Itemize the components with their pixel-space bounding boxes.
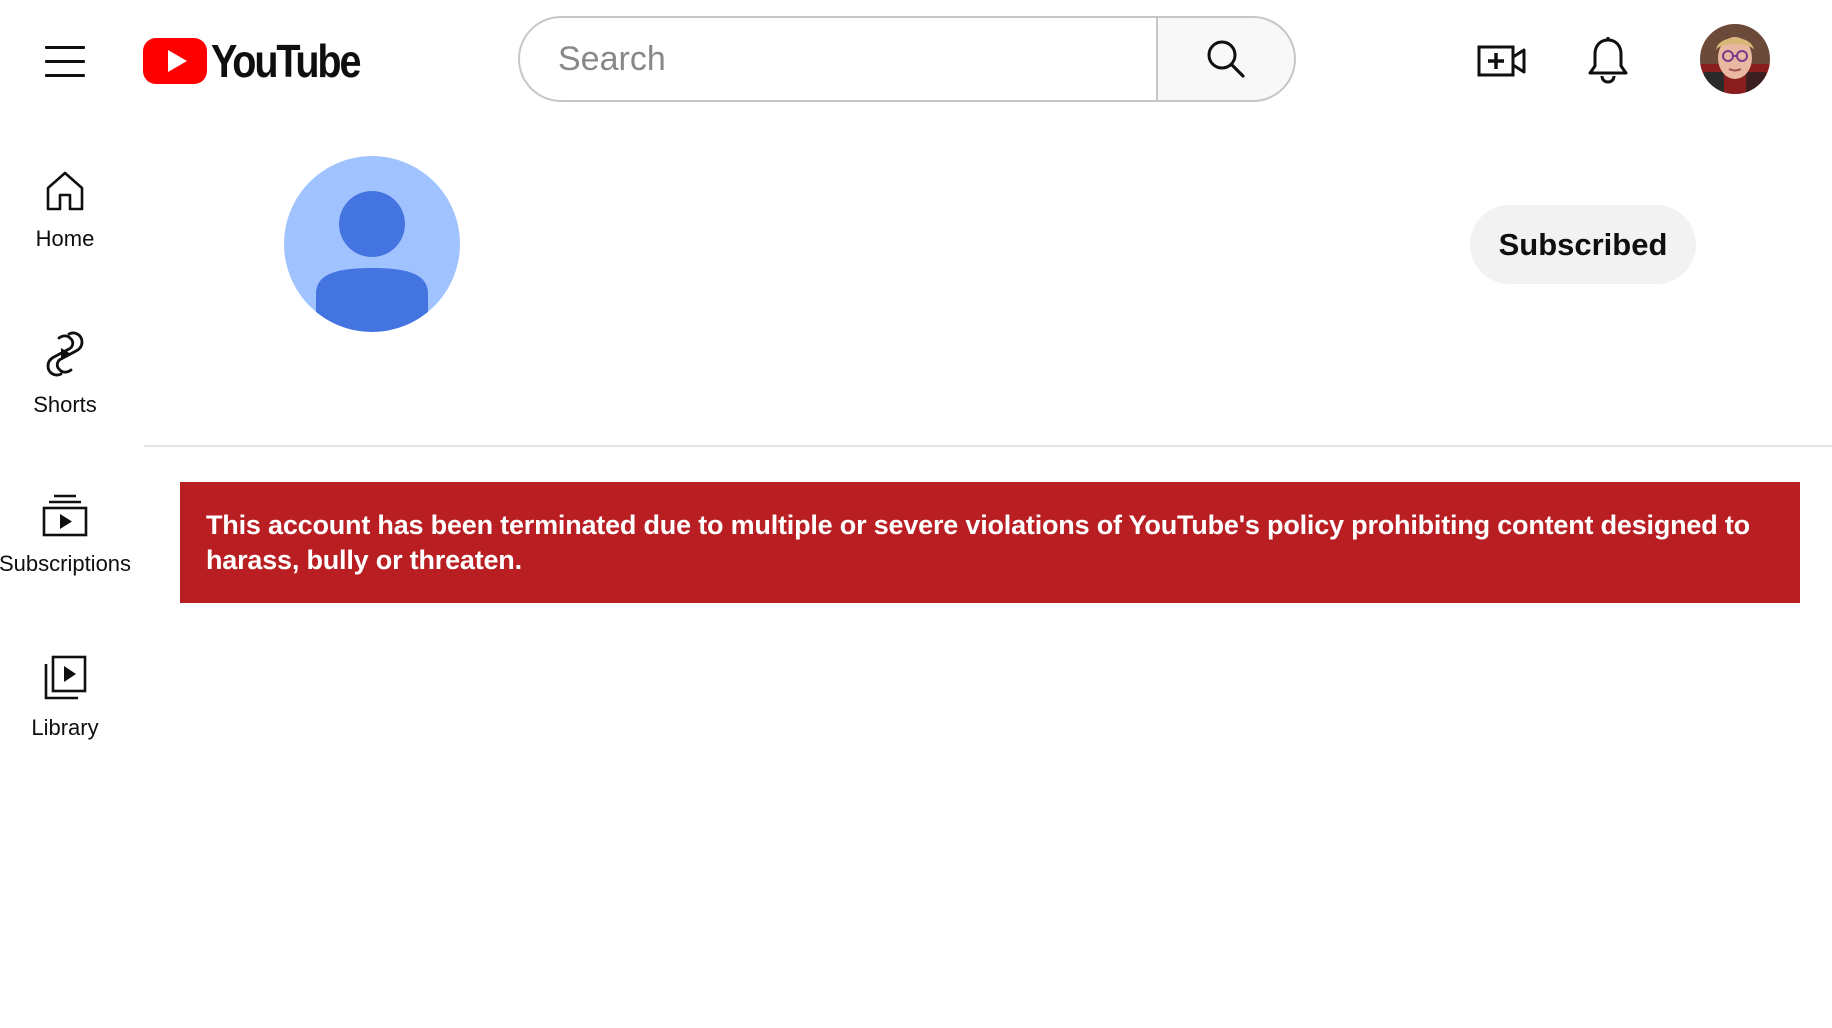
sidebar-item-library[interactable]: Library <box>0 655 130 741</box>
alert-message: This account has been terminated due to … <box>206 510 1750 575</box>
sidebar-item-subscriptions[interactable]: Subscriptions <box>0 493 132 577</box>
menu-icon-line <box>45 73 85 77</box>
home-icon <box>46 171 84 211</box>
sidebar-item-label: Library <box>31 715 99 740</box>
library-icon <box>44 655 87 700</box>
sidebar-item-label: Shorts <box>33 392 97 417</box>
termination-alert: This account has been terminated due to … <box>180 482 1800 603</box>
menu-icon-line <box>45 45 85 49</box>
channel-avatar <box>284 156 460 332</box>
shorts-icon <box>46 331 84 377</box>
notifications-button[interactable] <box>1582 32 1634 88</box>
search-input[interactable] <box>556 38 1140 80</box>
sidebar-item-shorts[interactable]: Shorts <box>0 330 130 418</box>
logo-wordmark: YouTube <box>211 35 361 87</box>
header-divider <box>144 445 1832 447</box>
search-box[interactable] <box>518 16 1156 102</box>
menu-icon-line <box>45 59 85 63</box>
video-plus-icon <box>1477 45 1526 77</box>
menu-button[interactable] <box>40 36 90 86</box>
search-icon <box>1207 40 1245 78</box>
subscribed-button[interactable]: Subscribed <box>1470 205 1696 284</box>
account-avatar[interactable] <box>1700 24 1770 94</box>
bell-icon <box>1588 37 1628 84</box>
sidebar-item-home[interactable]: Home <box>0 170 130 252</box>
search-button[interactable] <box>1156 16 1296 102</box>
subscriptions-icon <box>42 494 88 537</box>
create-button[interactable] <box>1474 36 1530 86</box>
default-user-icon <box>316 191 428 332</box>
sidebar-item-label: Home <box>35 226 95 251</box>
youtube-logo[interactable]: YouTube <box>143 35 383 87</box>
user-photo <box>1700 24 1770 94</box>
youtube-play-logo-icon <box>143 38 207 84</box>
sidebar-item-label: Subscriptions <box>0 551 132 576</box>
